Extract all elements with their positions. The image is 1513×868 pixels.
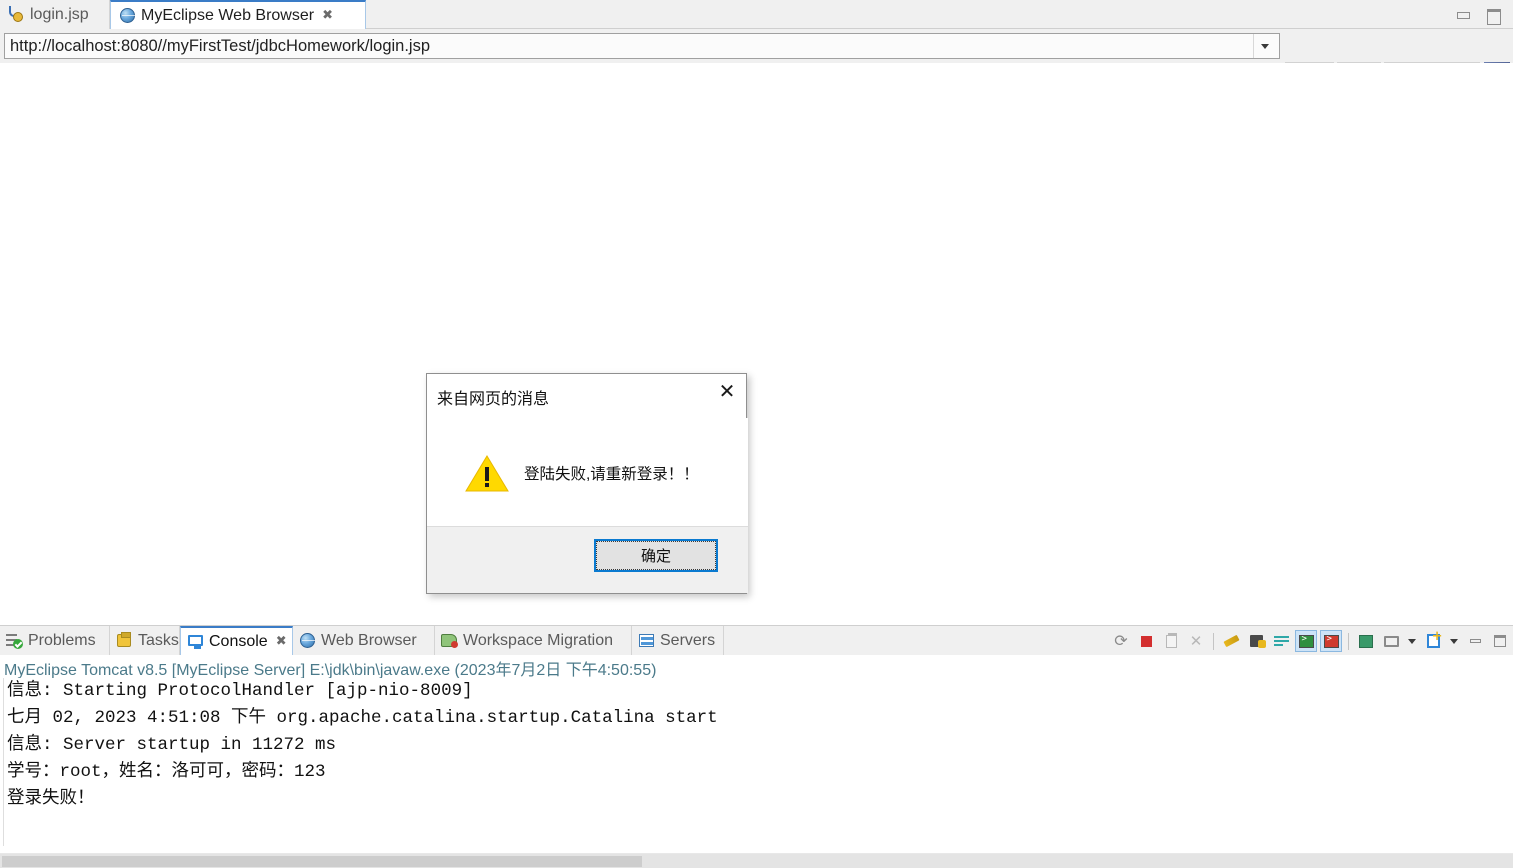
console-line: 信息: Starting ProtocolHandler [ajp-nio-80…	[7, 681, 473, 701]
globe-icon	[299, 632, 316, 649]
terminate-restart-button[interactable]: ⟳	[1110, 630, 1132, 652]
panel-tab-label: Tasks	[138, 631, 179, 649]
open-console-dropdown[interactable]	[1447, 630, 1461, 652]
maximize-icon	[1494, 635, 1506, 647]
console-line: 登录失败！	[7, 789, 95, 809]
editor-tab-label: MyEclipse Web Browser	[141, 6, 315, 24]
display-icon	[1383, 635, 1399, 647]
remove-all-terminated-button[interactable]: ✕	[1185, 630, 1207, 652]
close-icon[interactable]: ✖	[276, 634, 287, 649]
chevron-down-icon	[1408, 638, 1416, 644]
panel-tab-problems[interactable]: Problems	[0, 626, 110, 655]
globe-icon	[119, 7, 136, 24]
minimize-icon[interactable]	[1455, 8, 1471, 22]
panel-tab-workspace-migration[interactable]: Workspace Migration	[435, 626, 632, 655]
display-selected-console-button[interactable]	[1380, 630, 1402, 652]
tasks-icon	[116, 632, 133, 649]
pencil-clear-icon	[1222, 634, 1240, 648]
console-horizontal-scrollbar[interactable]	[0, 853, 1513, 868]
chevron-down-icon	[1450, 638, 1458, 644]
maximize-icon[interactable]	[1485, 8, 1501, 25]
panel-tab-label: Problems	[28, 631, 96, 649]
migration-icon	[441, 632, 458, 649]
pin-icon	[1359, 634, 1373, 648]
clear-console-button[interactable]	[1220, 630, 1242, 652]
editor-tab-myeclipse-web-browser[interactable]: MyEclipse Web Browser ✖	[110, 0, 366, 29]
editor-tab-label: login.jsp	[30, 5, 89, 23]
panel-tab-label: Console	[209, 632, 268, 650]
warning-triangle-icon	[465, 454, 509, 493]
panel-tab-bar: Problems Tasks Console ✖ Web Browser Wor…	[0, 626, 1513, 655]
browser-toolbar-row: ★ ✚ ⟳ ∂	[0, 29, 1513, 88]
terminate-button[interactable]	[1135, 630, 1157, 652]
bottom-panel: Problems Tasks Console ✖ Web Browser Wor…	[0, 625, 1513, 868]
url-history-dropdown[interactable]	[1253, 34, 1275, 58]
ok-button[interactable]: 确定	[594, 539, 718, 572]
jsp-file-icon	[8, 6, 25, 23]
panel-tab-console[interactable]: Console ✖	[180, 626, 293, 655]
scroll-lock-icon	[1249, 635, 1266, 648]
scrollbar-thumb[interactable]	[2, 856, 642, 867]
myeclipse-window: login.jsp MyEclipse Web Browser ✖ http:/…	[0, 0, 1513, 868]
trash-icon	[1165, 632, 1177, 648]
window-controls	[1455, 0, 1509, 29]
terminal-red-icon	[1323, 634, 1339, 648]
minimize-icon	[1469, 639, 1481, 643]
panel-tab-web-browser[interactable]: Web Browser	[293, 626, 435, 655]
panel-tab-servers[interactable]: Servers	[632, 626, 724, 655]
pin-console-button[interactable]	[1355, 630, 1377, 652]
toolbar-separator	[1213, 632, 1214, 650]
ok-button-label: 确定	[596, 541, 716, 570]
chevron-down-icon	[1260, 43, 1269, 49]
console-launch-header: MyEclipse Tomcat v8.5 [MyEclipse Server]…	[4, 662, 657, 679]
remove-all-icon: ✕	[1189, 631, 1203, 650]
new-console-icon	[1426, 629, 1442, 648]
console-output[interactable]: 信息: Starting ProtocolHandler [ajp-nio-80…	[3, 678, 1511, 846]
panel-tab-label: Web Browser	[321, 631, 417, 649]
remove-launch-button[interactable]	[1160, 630, 1182, 652]
toolbar-separator	[1348, 632, 1349, 650]
console-line: 七月 02, 2023 4:51:08 下午 org.apache.catali…	[7, 708, 718, 728]
dialog-title-bar: 来自网页的消息 ✕	[427, 374, 748, 418]
dialog-body: 登陆失败,请重新登录！！	[427, 418, 748, 528]
display-console-dropdown[interactable]	[1405, 630, 1419, 652]
panel-tab-label: Workspace Migration	[463, 631, 613, 649]
close-icon[interactable]: ✕	[706, 374, 748, 408]
console-line: 学号：root，姓名：洛可可，密码：123	[7, 762, 326, 782]
editor-tab-bar: login.jsp MyEclipse Web Browser ✖	[0, 0, 1513, 29]
panel-tab-label: Servers	[660, 631, 716, 649]
problems-icon	[6, 632, 23, 649]
show-console-stderr-button[interactable]	[1320, 630, 1342, 652]
url-bar[interactable]	[4, 33, 1280, 59]
maximize-panel-button[interactable]	[1489, 630, 1511, 652]
console-toolbar: ⟳ ✕	[1110, 628, 1511, 654]
scroll-lock-button[interactable]	[1245, 630, 1267, 652]
web-message-dialog: 来自网页的消息 ✕ 登陆失败,请重新登录！！ 确定	[426, 373, 748, 594]
dialog-message: 登陆失败,请重新登录！！	[524, 466, 699, 483]
terminal-green-icon	[1298, 634, 1314, 648]
open-console-button[interactable]	[1422, 629, 1444, 652]
close-icon[interactable]: ✖	[322, 9, 333, 22]
servers-icon	[638, 632, 655, 649]
panel-tab-tasks[interactable]: Tasks	[110, 626, 180, 655]
minimize-panel-button[interactable]	[1464, 630, 1486, 652]
dialog-title: 来自网页的消息	[437, 391, 550, 408]
dialog-footer: 确定	[427, 526, 748, 593]
browser-page-content: 来自网页的消息 ✕ 登陆失败,请重新登录！！ 确定	[0, 63, 1513, 625]
console-line: 信息: Server startup in 11272 ms	[7, 735, 337, 755]
url-input[interactable]	[5, 34, 1253, 58]
show-console-stdout-button[interactable]	[1295, 630, 1317, 652]
console-icon	[187, 633, 204, 650]
stop-square-red-icon	[1140, 635, 1152, 647]
word-wrap-icon	[1273, 635, 1289, 647]
cycle-icon: ⟳	[1114, 631, 1128, 650]
word-wrap-button[interactable]	[1270, 630, 1292, 652]
editor-tab-login-jsp[interactable]: login.jsp	[0, 0, 110, 29]
